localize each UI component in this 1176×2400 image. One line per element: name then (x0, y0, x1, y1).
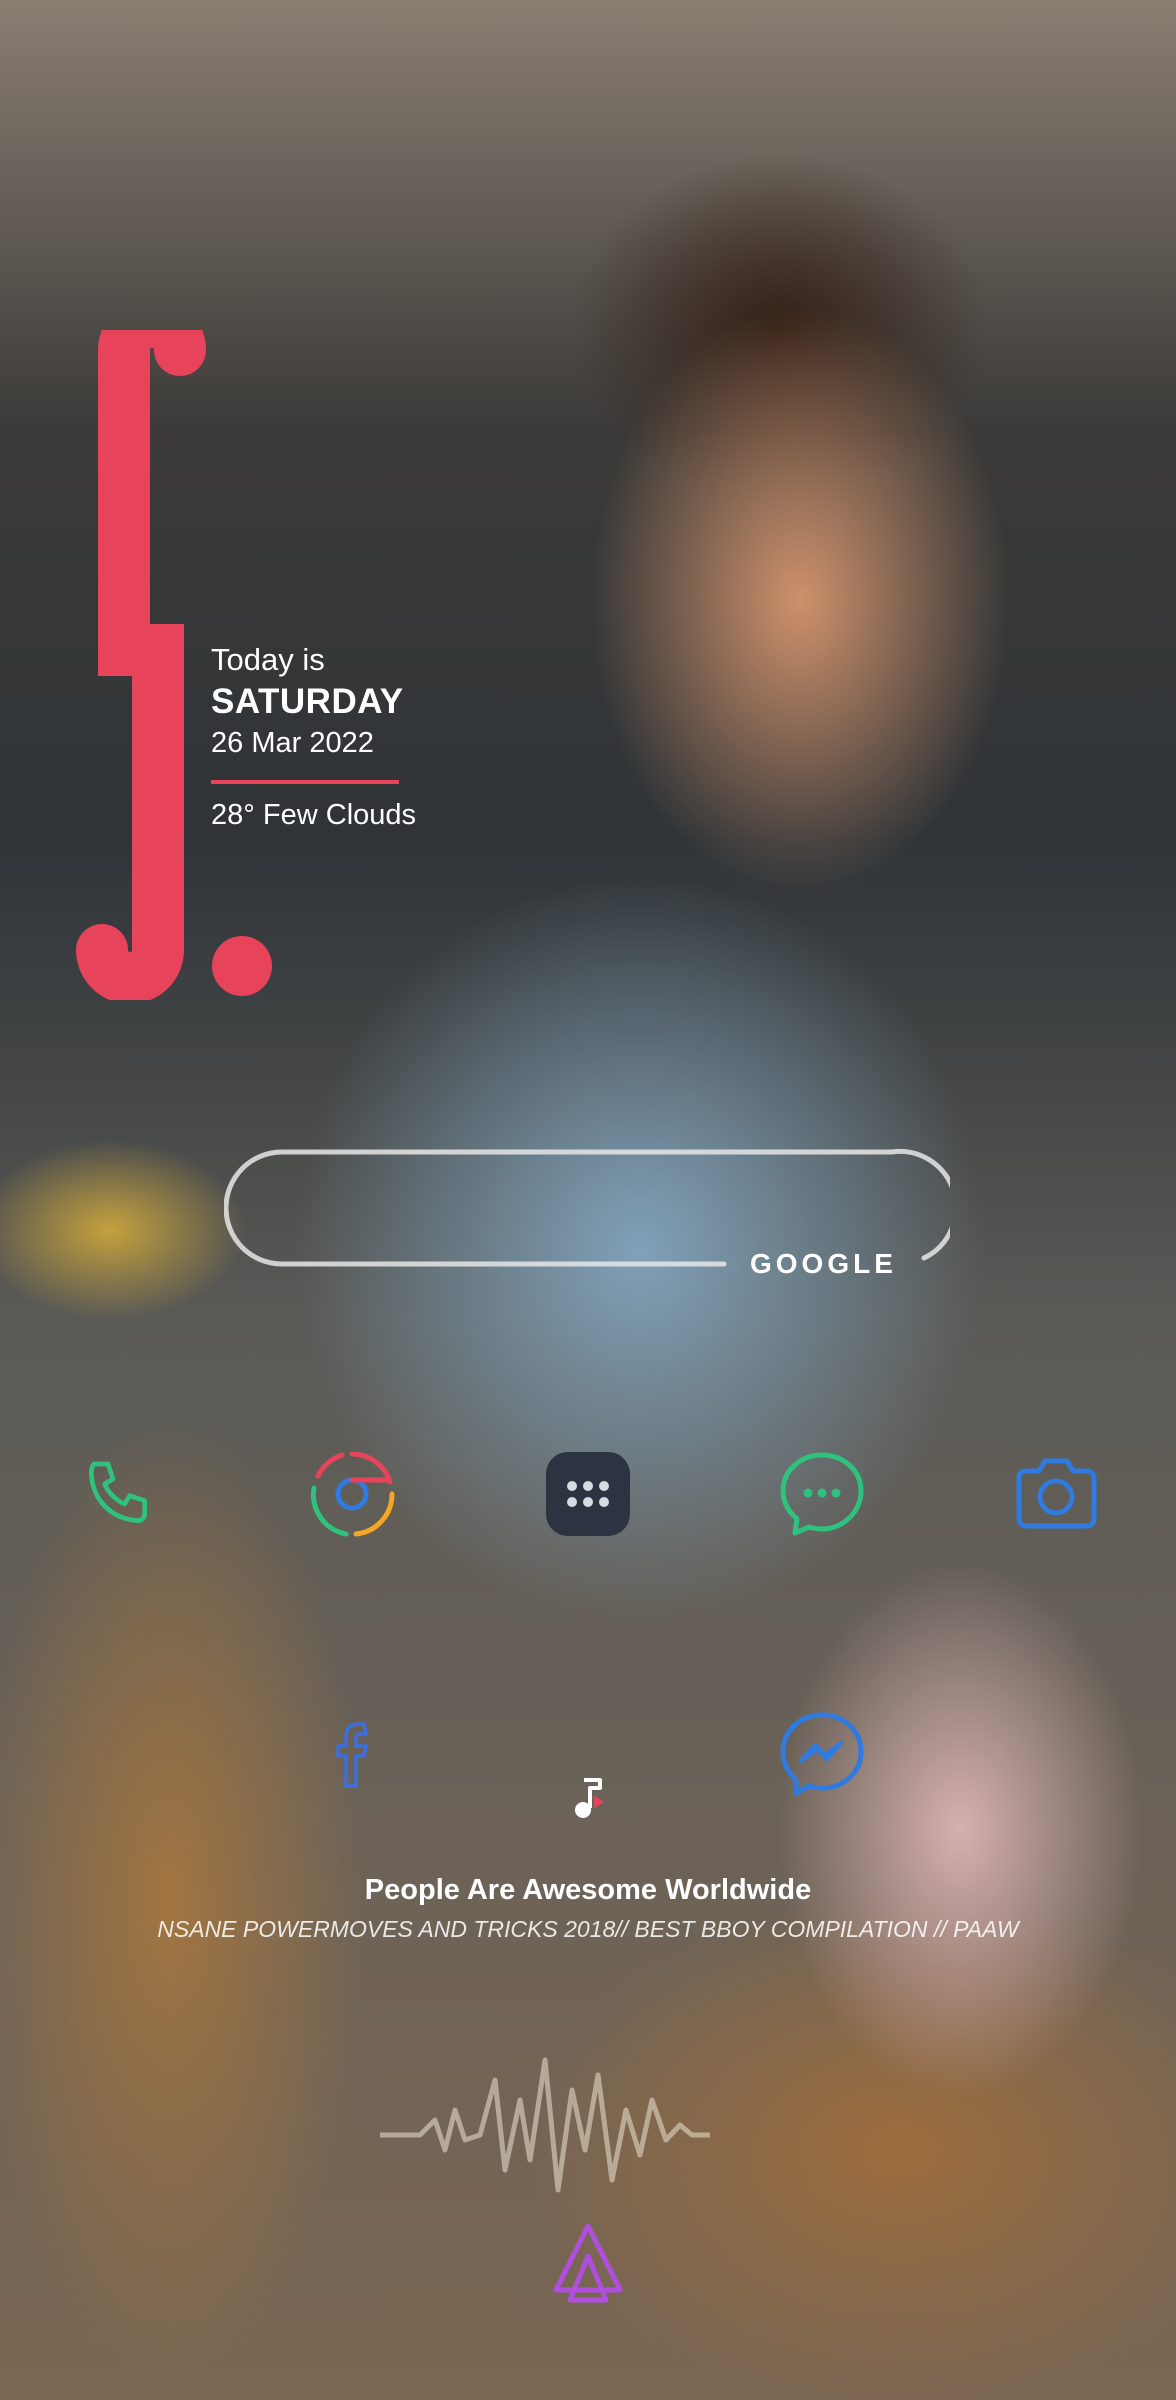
media-subtitle: NSANE POWERMOVES AND TRICKS 2018// BEST … (157, 1916, 1019, 1942)
audio-waveform (380, 2040, 800, 2215)
messages-icon[interactable] (774, 1446, 870, 1542)
camera-icon[interactable] (1008, 1446, 1104, 1542)
google-search-bar[interactable]: GOOGLE (224, 1148, 950, 1279)
phone-icon[interactable] (70, 1446, 166, 1542)
date-text: 26 Mar 2022 (211, 727, 374, 759)
weather-text: 28° Few Clouds (211, 799, 417, 831)
chrome-icon[interactable] (304, 1446, 400, 1542)
app-drawer-icon[interactable] (540, 1446, 636, 1542)
today-label: Today is (211, 642, 325, 677)
date-weather-widget[interactable]: Today is SATURDAY 26 Mar 2022 28° Few Cl… (211, 640, 416, 834)
media-title[interactable]: People Are Awesome Worldwide (0, 1870, 1176, 1910)
messenger-icon[interactable] (774, 1706, 870, 1802)
day-name: SATURDAY (211, 682, 404, 721)
google-label: GOOGLE (750, 1248, 897, 1279)
divider (211, 780, 399, 784)
home-screen: Today is SATURDAY 26 Mar 2022 28° Few Cl… (0, 0, 1176, 2400)
swipe-up-arrow-icon[interactable] (548, 2220, 628, 2315)
facebook-icon[interactable] (304, 1706, 400, 1802)
music-icon[interactable] (540, 1750, 636, 1846)
